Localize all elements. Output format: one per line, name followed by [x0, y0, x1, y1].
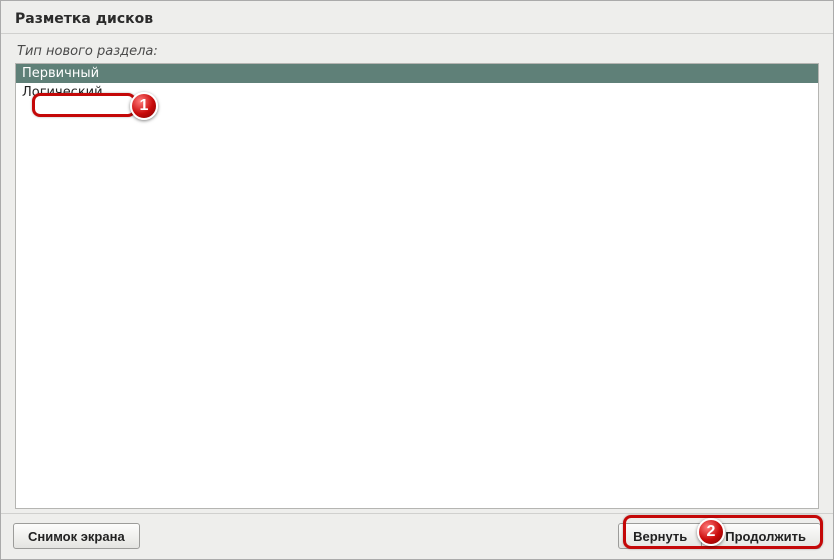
screenshot-button[interactable]: Снимок экрана: [13, 523, 140, 549]
partition-type-list: Первичный Логический: [15, 63, 819, 509]
prompt-label: Тип нового раздела:: [15, 42, 819, 63]
window-header: Разметка дисков: [1, 1, 833, 34]
page-title: Разметка дисков: [15, 11, 819, 27]
installer-window: Разметка дисков Тип нового раздела: Перв…: [0, 0, 834, 560]
option-logical[interactable]: Логический: [16, 83, 818, 102]
content-area: Тип нового раздела: Первичный Логический: [1, 34, 833, 513]
option-primary[interactable]: Первичный: [16, 64, 818, 83]
footer-bar: Снимок экрана Вернуть Продолжить: [1, 513, 833, 559]
continue-button[interactable]: Продолжить: [710, 523, 821, 549]
back-button[interactable]: Вернуть: [618, 523, 702, 549]
